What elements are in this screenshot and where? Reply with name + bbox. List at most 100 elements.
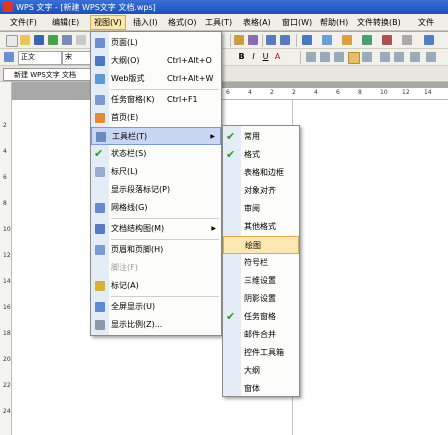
toolbar-submenu-item[interactable]: ✔ 常用: [223, 128, 299, 146]
header-footer-icon: [95, 245, 105, 255]
print-icon[interactable]: [62, 35, 72, 45]
italic-button[interactable]: I: [248, 51, 259, 63]
export-icon[interactable]: [48, 35, 58, 45]
toolbar-submenu-item[interactable]: 窗体: [223, 380, 299, 398]
home-icon: [95, 113, 105, 123]
toolbar-submenu-item[interactable]: 三维设置: [223, 272, 299, 290]
toolbar-submenu-item[interactable]: ✔ 格式: [223, 146, 299, 164]
ruler-mark: 22: [3, 382, 11, 389]
table-icon[interactable]: [302, 35, 312, 45]
menu-tools[interactable]: 工具(T): [205, 17, 232, 28]
view-menu-item[interactable]: 网格线(G): [91, 199, 221, 217]
distributed-icon[interactable]: [362, 52, 372, 62]
menu-file[interactable]: 文件(F): [10, 17, 37, 28]
menu-format[interactable]: 格式(O): [168, 17, 197, 28]
open-folder-icon[interactable]: [20, 35, 30, 45]
menu-insert[interactable]: 插入(I): [133, 17, 158, 28]
check-icon: ✔: [226, 130, 236, 143]
toolbar-submenu-item[interactable]: 邮件合并: [223, 326, 299, 344]
view-menu-item-shortcut: Ctrl+Alt+O: [167, 56, 212, 65]
view-menu-item[interactable]: 首页(E): [91, 109, 221, 127]
toolbar-submenu-item-label: 其他格式: [244, 222, 276, 231]
menu-help[interactable]: 帮助(H): [320, 17, 348, 28]
view-menu-item[interactable]: 全屏显示(U): [91, 298, 221, 316]
ruler-mark: 24: [3, 408, 11, 415]
ruler-mark: 6: [336, 89, 340, 96]
preview-icon[interactable]: [76, 35, 86, 45]
toolbar-submenu-item-label: 控件工具箱: [244, 348, 284, 357]
columns-icon[interactable]: [322, 35, 332, 45]
vertical-ruler[interactable]: 2 4 6 8 10 12 14 16 18 20 22 24: [0, 82, 12, 435]
toolbar-submenu-item[interactable]: 符号栏: [223, 254, 299, 272]
indent-icon[interactable]: [426, 52, 436, 62]
picture-icon[interactable]: [342, 35, 352, 45]
redo-icon[interactable]: [280, 35, 290, 45]
save-icon[interactable]: [34, 35, 44, 45]
menu-table[interactable]: 表格(A): [243, 17, 271, 28]
view-menu-item-shortcut: Ctrl+F1: [167, 95, 198, 104]
format-painter-icon[interactable]: [248, 35, 258, 45]
menu-file-extra[interactable]: 文件: [418, 17, 434, 28]
toolbar-submenu-item[interactable]: 表格和边框: [223, 164, 299, 182]
menu-file-convert[interactable]: 文件转换(B): [357, 17, 401, 28]
align-left-icon[interactable]: [306, 52, 316, 62]
toolbar-submenu-item[interactable]: 其他格式: [223, 218, 299, 236]
toolbar-submenu-item-label: 审阅: [244, 204, 260, 213]
style-select[interactable]: 正文: [18, 51, 62, 65]
toolbar-submenu-item[interactable]: 绘图: [223, 236, 299, 254]
horizontal-ruler[interactable]: 6 4 2 2 4 6 8 10 12 14: [222, 88, 448, 100]
view-menu-item[interactable]: 显示段落标记(P): [91, 181, 221, 199]
outdent-icon[interactable]: [410, 52, 420, 62]
view-menu-item[interactable]: 脚注(F): [91, 259, 221, 277]
toolbar-submenu-item-label: 常用: [244, 132, 260, 141]
toolbar-submenu-item-label: 大纲: [244, 366, 260, 375]
document-tab[interactable]: 新建 WPS文字 文档: [3, 68, 93, 81]
check-icon: ✔: [226, 148, 236, 161]
view-menu-item[interactable]: Web版式 Ctrl+Alt+W: [91, 70, 221, 88]
view-menu-item[interactable]: 页眉和页脚(H): [91, 241, 221, 259]
styles-icon[interactable]: [4, 52, 14, 62]
ruler-mark: 16: [3, 304, 11, 311]
view-menu-item[interactable]: ✔ 状态栏(S): [91, 145, 221, 163]
zoom-icon: [95, 320, 105, 330]
view-menu-item[interactable]: 工具栏(T) ▶: [91, 127, 221, 145]
fullscreen-icon: [95, 302, 105, 312]
toolbar-submenu-item[interactable]: 阴影设置: [223, 290, 299, 308]
undo-icon[interactable]: [266, 35, 276, 45]
help-icon[interactable]: [424, 35, 434, 45]
menu-edit[interactable]: 编辑(E): [52, 17, 79, 28]
brush-icon[interactable]: [234, 35, 244, 45]
align-right-icon[interactable]: [334, 52, 344, 62]
new-doc-icon[interactable]: [6, 35, 18, 47]
bold-button[interactable]: B: [236, 51, 247, 63]
numbering-icon[interactable]: [380, 52, 390, 62]
zoom-icon[interactable]: [402, 35, 412, 45]
view-menu-item[interactable]: 大纲(O) Ctrl+Alt+O: [91, 52, 221, 70]
bullets-icon[interactable]: [394, 52, 404, 62]
view-menu-item[interactable]: 标记(A): [91, 277, 221, 295]
font-select[interactable]: 宋: [62, 51, 92, 65]
view-menu-item[interactable]: 任务窗格(K) Ctrl+F1: [91, 91, 221, 109]
view-menu-item[interactable]: 显示比例(Z)...: [91, 316, 221, 334]
font-color-button[interactable]: A: [272, 51, 283, 63]
view-menu-item[interactable]: 标尺(L): [91, 163, 221, 181]
toolbar-submenu-item[interactable]: 审阅: [223, 200, 299, 218]
ruler-mark: 12: [3, 252, 11, 259]
view-menu: 页面(L) 大纲(O) Ctrl+Alt+O Web版式 Ctrl+Alt+W 任务窗格(…: [90, 31, 222, 336]
toolbar-submenu-item[interactable]: 对象对齐: [223, 182, 299, 200]
drawing-icon[interactable]: [382, 35, 392, 45]
align-center-icon[interactable]: [320, 52, 330, 62]
chart-icon[interactable]: [362, 35, 372, 45]
ruler-mark: 6: [226, 89, 230, 96]
underline-button[interactable]: U: [260, 51, 271, 63]
toolbar-submenu-item[interactable]: 控件工具箱: [223, 344, 299, 362]
toolbar-submenu-item[interactable]: ✔ 任务窗格: [223, 308, 299, 326]
view-menu-item-shortcut: Ctrl+Alt+W: [167, 74, 214, 83]
view-menu-item-label: 标尺(L): [111, 167, 138, 176]
view-menu-item[interactable]: 页面(L): [91, 34, 221, 52]
toolbar-submenu-item[interactable]: 大纲: [223, 362, 299, 380]
menu-window[interactable]: 窗口(W): [282, 17, 312, 28]
view-menu-item[interactable]: 文档结构图(M) ▶: [91, 220, 221, 238]
justify-icon[interactable]: [348, 52, 360, 64]
menu-view[interactable]: 视图(V): [90, 15, 126, 30]
